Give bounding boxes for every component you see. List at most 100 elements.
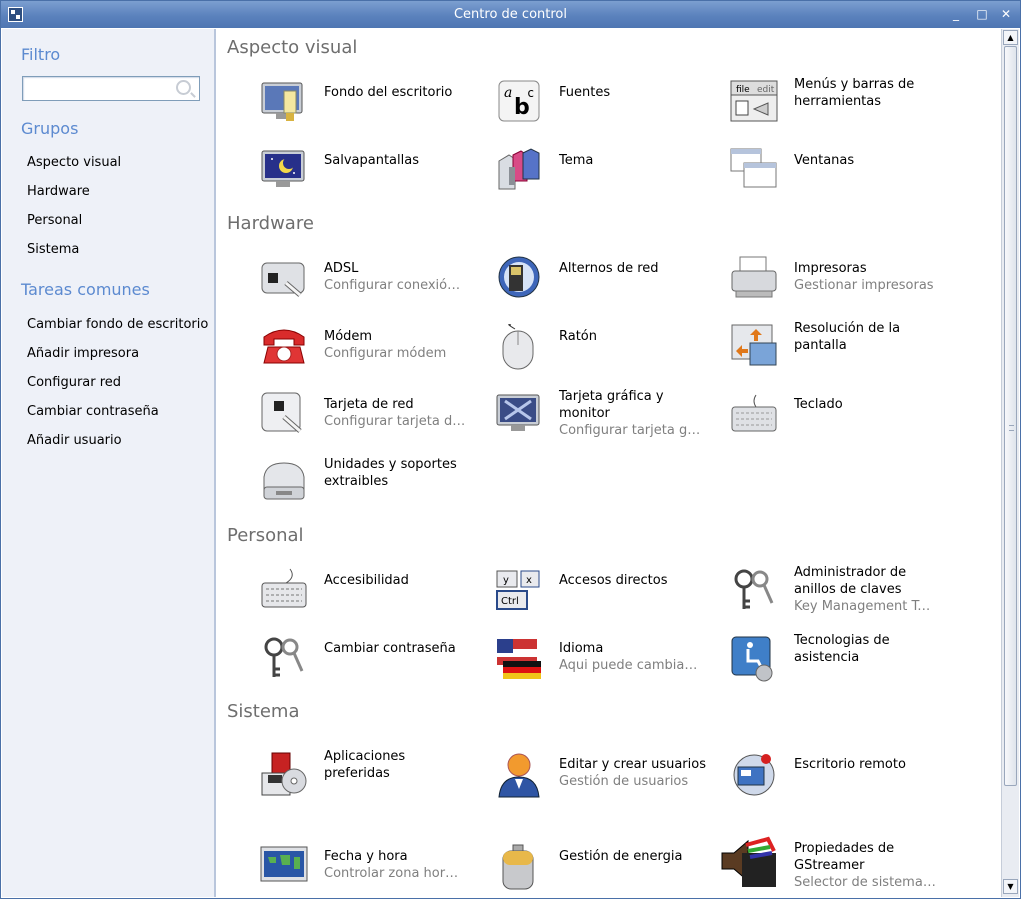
close-button[interactable]: ✕: [997, 5, 1015, 23]
task-link-change-wallpaper[interactable]: Cambiar fondo de escritorio: [27, 317, 208, 332]
item-accesibilidad[interactable]: Accesibilidad: [260, 567, 495, 627]
item-escritorio-remoto[interactable]: Escritorio remoto: [730, 751, 965, 811]
item-label: Aplicaciones preferidas: [324, 749, 406, 781]
item-teclado[interactable]: Teclado: [730, 391, 965, 451]
section-title: Sistema: [227, 701, 300, 722]
item-unidades-extraibles[interactable]: Unidades y soportes extraibles: [260, 457, 495, 519]
item-label: Administrador de anillos de claves Key Ma…: [794, 565, 936, 614]
task-link-add-user[interactable]: Añadir usuario: [27, 433, 122, 448]
item-label: Tecnologias de asistencia: [794, 633, 890, 665]
title-bar[interactable]: Centro de control _ □ ✕: [1, 1, 1020, 28]
user-icon: [495, 751, 543, 799]
minimize-button[interactable]: _: [947, 5, 965, 23]
item-label: Unidades y soportes extraibles: [324, 457, 457, 489]
world-clock-icon: [260, 843, 308, 891]
item-label: Accesibilidad: [324, 573, 409, 588]
group-link-personal[interactable]: Personal: [27, 213, 82, 228]
item-label: Editar y crear usuarios Gestión de usuari…: [559, 757, 706, 789]
item-tecnologias-asistencia[interactable]: Tecnologias de asistencia: [730, 633, 965, 695]
network-proxy-icon: [495, 255, 543, 303]
battery-icon: [495, 843, 543, 891]
group-link-aspecto-visual[interactable]: Aspecto visual: [27, 155, 121, 170]
item-label: Ratón: [559, 329, 598, 344]
gstreamer-icon: [720, 835, 778, 887]
svg-text:file: file: [736, 85, 750, 95]
svg-text:c: c: [527, 86, 534, 100]
fonts-icon: abc: [495, 79, 543, 127]
item-raton[interactable]: Ratón: [495, 323, 730, 383]
adsl-icon: [260, 255, 308, 303]
graphics-monitor-icon: [495, 391, 543, 439]
item-tarjeta-red[interactable]: Tarjeta de redConfigurar tarjeta de red: [260, 391, 495, 451]
item-label: Módem Configurar módem: [324, 329, 447, 361]
password-keys-icon: [260, 635, 308, 683]
section-title: Personal: [227, 525, 304, 546]
assistive-tech-icon: [730, 635, 778, 683]
item-modem[interactable]: Módem Configurar módem: [260, 323, 495, 383]
item-label: Fuentes: [559, 85, 611, 100]
vertical-scrollbar[interactable]: ▲ ▼: [1001, 29, 1019, 897]
maximize-button[interactable]: □: [973, 5, 991, 23]
task-link-configure-network[interactable]: Configurar red: [27, 375, 121, 390]
theme-icon: [495, 147, 543, 195]
task-link-change-password[interactable]: Cambiar contraseña: [27, 404, 159, 419]
accessibility-keyboard-icon: [260, 567, 308, 615]
main-panel: Aspecto visual Fondo del escritorio abc …: [218, 29, 1001, 897]
item-resolucion-pantalla[interactable]: Resolución de la pantalla: [730, 321, 965, 383]
item-gestion-energia[interactable]: Gestión de energia: [495, 843, 730, 897]
item-label: Teclado: [794, 397, 843, 412]
svg-text:a: a: [504, 85, 512, 101]
item-alternos-red[interactable]: Alternos de red: [495, 255, 730, 315]
keyboard-icon: [730, 391, 778, 439]
svg-text:Ctrl: Ctrl: [501, 596, 519, 607]
item-label: Tarjeta gráfica y monitor Configurar tarj…: [559, 389, 701, 438]
item-fondo-escritorio[interactable]: Fondo del escritorio: [260, 79, 495, 139]
item-label: ADSLConfigurar conexión ADSL: [324, 261, 466, 293]
item-ventanas[interactable]: Ventanas: [730, 147, 965, 207]
window-title: Centro de control: [453, 7, 567, 22]
search-input[interactable]: [22, 76, 200, 101]
item-gstreamer[interactable]: Propiedades de GStreamer Selector de sist…: [720, 835, 955, 895]
remote-desktop-icon: [730, 751, 778, 799]
item-aplicaciones-preferidas[interactable]: Aplicaciones preferidas: [260, 749, 495, 811]
control-center-window: Centro de control _ □ ✕ Filtro Grupos As…: [0, 0, 1021, 899]
item-editar-usuarios[interactable]: Editar y crear usuarios Gestión de usuari…: [495, 751, 730, 811]
language-flag-icon: [495, 635, 543, 683]
item-cambiar-contrasena[interactable]: Cambiar contraseña: [260, 635, 495, 695]
item-label: Escritorio remoto: [794, 757, 906, 772]
item-idioma[interactable]: IdiomaAqui puede cambiar el idioma: [495, 635, 730, 695]
group-link-sistema[interactable]: Sistema: [27, 242, 79, 257]
item-label: Fecha y hora Controlar zona horaria: [324, 849, 466, 881]
svg-text:x: x: [526, 575, 532, 586]
svg-text:edit: edit: [757, 85, 775, 95]
item-label: Tema: [559, 153, 594, 168]
item-anillos-claves[interactable]: Administrador de anillos de claves Key Ma…: [730, 565, 965, 627]
preferred-apps-icon: [260, 751, 308, 799]
item-impresoras[interactable]: Impresoras Gestionar impresoras: [730, 255, 965, 315]
item-menus-barras[interactable]: file edit Menús y barras de herramientas: [730, 77, 965, 139]
item-adsl[interactable]: ADSLConfigurar conexión ADSL: [260, 255, 495, 315]
group-link-hardware[interactable]: Hardware: [27, 184, 90, 199]
item-salvapantallas[interactable]: Salvapantallas: [260, 147, 495, 207]
tasks-heading: Tareas comunes: [21, 280, 150, 299]
sidebar: Filtro Grupos Aspecto visual Hardware Pe…: [2, 29, 216, 897]
item-label: Ventanas: [794, 153, 855, 168]
item-fecha-hora[interactable]: Fecha y hora Controlar zona horaria: [260, 843, 495, 897]
section-title: Aspecto visual: [227, 37, 358, 58]
item-label: Propiedades de GStreamer Selector de sist…: [794, 841, 936, 890]
item-fuentes[interactable]: abc Fuentes: [495, 79, 730, 139]
scroll-thumb[interactable]: [1004, 46, 1017, 786]
item-label: Fondo del escritorio: [324, 85, 453, 100]
menus-toolbars-icon: file edit: [730, 79, 778, 127]
item-label: Accesos directos: [559, 573, 668, 588]
item-tarjeta-grafica[interactable]: Tarjeta gráfica y monitor Configurar tarj…: [495, 389, 730, 451]
item-label: Gestión de energia: [559, 849, 683, 864]
scroll-up-arrow-icon[interactable]: ▲: [1003, 30, 1018, 45]
item-label: Salvapantallas: [324, 153, 419, 168]
item-accesos-directos[interactable]: y x Ctrl Accesos directos: [495, 567, 730, 627]
search-icon: [176, 80, 191, 95]
item-label: Menús y barras de herramientas: [794, 77, 915, 109]
item-tema[interactable]: Tema: [495, 147, 730, 207]
scroll-down-arrow-icon[interactable]: ▼: [1003, 879, 1018, 894]
task-link-add-printer[interactable]: Añadir impresora: [27, 346, 139, 361]
